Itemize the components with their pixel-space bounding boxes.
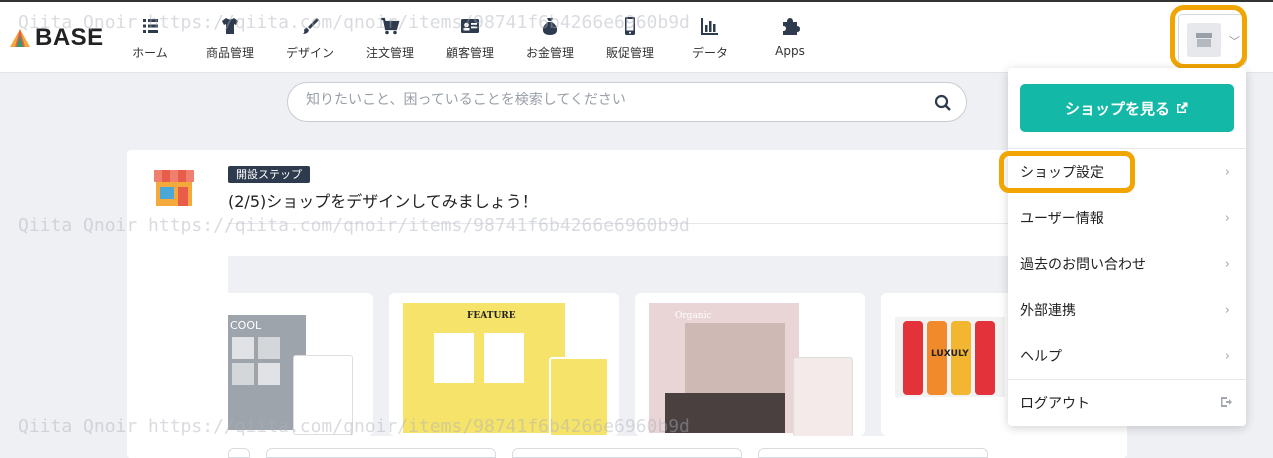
search-icon[interactable]	[934, 94, 952, 112]
menu-item-label: ヘルプ	[1020, 349, 1062, 365]
menu-item-user-info[interactable]: ユーザー情報 ›	[1008, 195, 1246, 241]
template-caption: FEATURE	[467, 311, 516, 321]
template-caption: Organic	[675, 311, 712, 321]
template-gallery: COOL FEATURE Organic LUXULY	[228, 256, 1008, 436]
search-input[interactable]	[306, 92, 906, 108]
base-logo[interactable]: BASE	[8, 24, 104, 52]
logout-icon	[1221, 397, 1232, 407]
id-card-icon	[461, 19, 479, 33]
template-mobile-preview	[293, 355, 353, 435]
account-menu-button[interactable]: ﹀	[1178, 14, 1247, 65]
nav-item-promotion[interactable]: 販促管理	[590, 2, 670, 73]
nav-item-products[interactable]: 商品管理	[190, 2, 270, 73]
money-bag-icon	[542, 18, 558, 35]
view-shop-label: ショップを見る	[1064, 99, 1170, 118]
nav-label: 注文管理	[365, 46, 414, 60]
product-image	[685, 323, 785, 393]
template-card	[512, 448, 742, 458]
store-icon	[1196, 33, 1212, 47]
product-image	[665, 393, 785, 433]
template-card-luxuly[interactable]: LUXULY	[881, 293, 1008, 436]
step-title: (2/5)ショップをデザインしてみましょう！	[228, 192, 538, 211]
product-image	[434, 333, 474, 383]
nav-label: お金管理	[525, 46, 574, 60]
step-badge: 開設ステップ	[228, 166, 310, 183]
template-mobile-preview	[793, 357, 853, 436]
template-card	[266, 448, 496, 458]
menu-item-label: 過去のお問い合わせ	[1020, 257, 1146, 273]
avatar	[1187, 23, 1221, 57]
nav-label: デザイン	[285, 46, 334, 60]
menu-item-logout[interactable]: ログアウト	[1008, 380, 1246, 426]
menu-item-shop-settings[interactable]: ショップ設定 ›	[1008, 149, 1246, 195]
product-image	[903, 321, 923, 395]
cart-icon	[381, 17, 400, 35]
shop-icon	[154, 170, 194, 206]
product-image	[484, 333, 524, 383]
chevron-right-icon: ›	[1224, 165, 1230, 180]
menu-item-help[interactable]: ヘルプ ›	[1008, 333, 1246, 379]
template-card-organic[interactable]: Organic	[635, 293, 865, 436]
product-image	[258, 363, 280, 385]
chevron-right-icon: ›	[1224, 349, 1230, 364]
chevron-right-icon: ›	[1224, 211, 1230, 226]
product-image	[258, 337, 280, 359]
nav-item-apps[interactable]: Apps	[750, 2, 830, 73]
external-link-icon	[1177, 102, 1188, 113]
brand-name: BASE	[35, 24, 104, 51]
nav-item-home[interactable]: ホーム	[110, 2, 190, 73]
header: BASE ホーム 商品管理 デザイン 注文管理 顧客管理 お金管理 販促管理 デ…	[0, 2, 1273, 73]
smartphone-icon	[625, 17, 635, 35]
brush-icon	[303, 18, 319, 34]
nav-item-orders[interactable]: 注文管理	[350, 2, 430, 73]
template-card-feature[interactable]: FEATURE	[389, 293, 619, 436]
chevron-down-icon: ﹀	[1229, 35, 1240, 48]
nav-label: 販促管理	[605, 46, 654, 60]
product-image	[975, 321, 995, 395]
nav-label: 商品管理	[205, 46, 254, 60]
menu-item-label: ログアウト	[1020, 396, 1090, 412]
chevron-right-icon: ›	[1224, 257, 1230, 272]
template-mobile-preview	[549, 357, 609, 436]
menu-item-integrations[interactable]: 外部連携 ›	[1008, 287, 1246, 333]
template-card	[758, 448, 988, 458]
list-icon	[143, 19, 158, 33]
divider	[228, 223, 1008, 224]
nav-label: ホーム	[132, 46, 168, 60]
nav-label: Apps	[775, 44, 805, 58]
chevron-right-icon: ›	[1224, 303, 1230, 318]
template-card	[228, 448, 250, 458]
menu-item-label: ユーザー情報	[1020, 211, 1104, 227]
view-shop-button[interactable]: ショップを見る	[1020, 84, 1234, 132]
main-nav: ホーム 商品管理 デザイン 注文管理 顧客管理 お金管理 販促管理 データ Ap…	[110, 2, 830, 73]
puzzle-icon	[783, 18, 800, 35]
nav-item-design[interactable]: デザイン	[270, 2, 350, 73]
product-image	[232, 363, 254, 385]
tent-logo-icon	[10, 29, 30, 47]
nav-label: データ	[691, 46, 728, 60]
nav-item-data[interactable]: データ	[670, 2, 750, 73]
tshirt-icon	[222, 18, 238, 34]
template-card-cool[interactable]: COOL	[228, 293, 373, 436]
search-bar	[287, 82, 967, 122]
nav-item-money[interactable]: お金管理	[510, 2, 590, 73]
product-image	[232, 337, 254, 359]
template-caption: LUXULY	[931, 349, 969, 359]
menu-item-label: 外部連携	[1020, 303, 1076, 319]
nav-item-customers[interactable]: 顧客管理	[430, 2, 510, 73]
account-dropdown-menu: ショップを見る ショップ設定 › ユーザー情報 › 過去のお問い合わせ › 外部…	[1008, 68, 1246, 426]
menu-item-label: ショップ設定	[1020, 165, 1104, 181]
bar-chart-icon	[701, 18, 718, 35]
menu-item-past-inquiries[interactable]: 過去のお問い合わせ ›	[1008, 241, 1246, 287]
nav-label: 顧客管理	[445, 46, 494, 60]
template-caption: COOL	[230, 319, 262, 332]
